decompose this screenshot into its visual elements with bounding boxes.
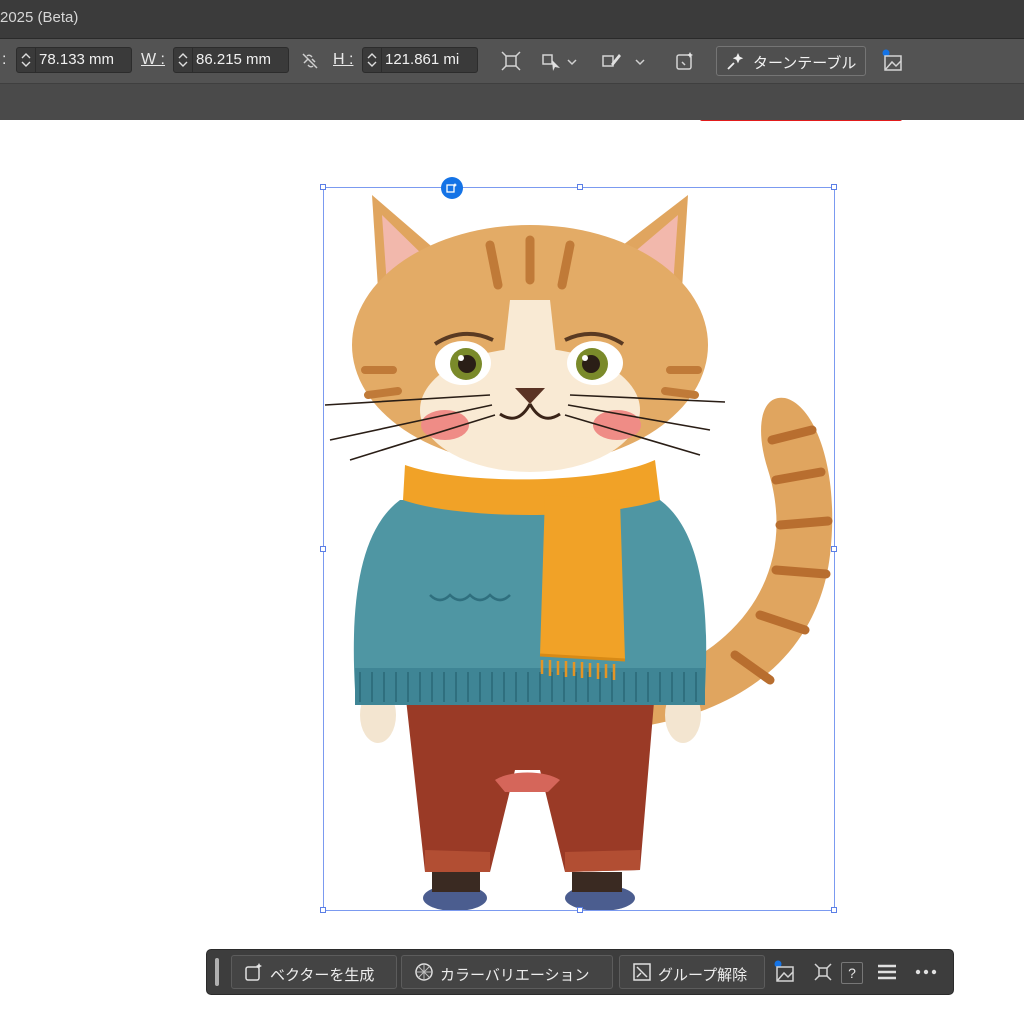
ungroup-label: グループ解除 — [658, 967, 748, 984]
help-icon[interactable]: ? — [841, 962, 863, 984]
selection-bounding-box[interactable] — [320, 184, 837, 913]
more-icon[interactable] — [912, 958, 940, 986]
resize-handle[interactable] — [320, 546, 326, 552]
resize-handle[interactable] — [320, 907, 326, 913]
resize-handle[interactable] — [320, 184, 326, 190]
generate-vector-button[interactable]: ベクターを生成 — [231, 955, 397, 989]
generative-badge-icon[interactable] — [441, 177, 463, 199]
resize-handle[interactable] — [577, 184, 583, 190]
resize-handle[interactable] — [831, 907, 837, 913]
contextual-task-bar: ベクターを生成 カラーバリエーション グループ解除 ? — [206, 949, 954, 995]
ungroup-button[interactable]: グループ解除 — [619, 955, 765, 989]
color-variation-button[interactable]: カラーバリエーション — [401, 955, 613, 989]
vector-generate-icon — [240, 958, 268, 986]
resize-handle[interactable] — [831, 546, 837, 552]
ungroup-icon — [628, 958, 656, 986]
generate-vector-label: ベクターを生成 — [270, 967, 375, 984]
menu-icon[interactable] — [873, 958, 901, 986]
resize-handle[interactable] — [831, 184, 837, 190]
image-ai-icon[interactable] — [771, 958, 799, 986]
drag-handle[interactable] — [215, 958, 219, 986]
color-variation-label: カラーバリエーション — [440, 967, 590, 984]
color-wheel-icon — [410, 958, 438, 986]
fit-icon[interactable] — [809, 958, 837, 986]
resize-handle[interactable] — [577, 907, 583, 913]
